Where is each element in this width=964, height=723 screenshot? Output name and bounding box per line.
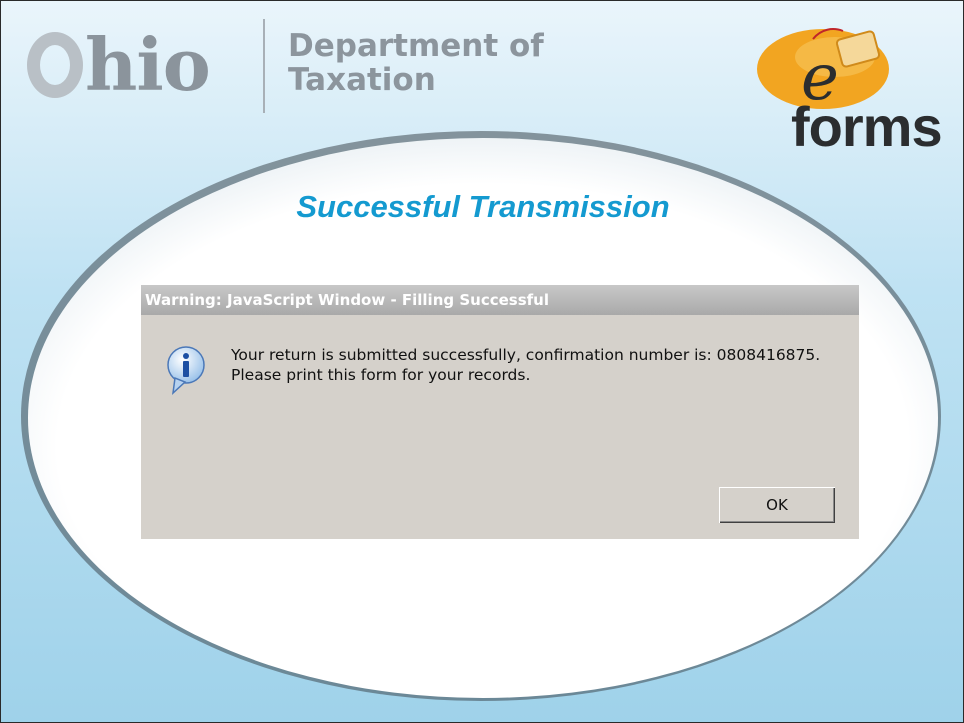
department-line-1: Department of [288, 28, 544, 64]
ohio-logo-rest: hio [85, 22, 211, 107]
slide-background: hio Department of Taxation e forms Succe… [0, 0, 964, 723]
dialog-message: Your return is submitted successfully, c… [231, 345, 841, 385]
ohio-logo: hio [27, 22, 211, 107]
department-line-2: Taxation [288, 62, 436, 98]
eforms-logo: e forms [743, 19, 943, 157]
message-line-1: Your return is submitted successfully, c… [231, 346, 821, 364]
info-icon [167, 346, 205, 395]
dialog-titlebar[interactable]: Warning: JavaScript Window - Filling Suc… [141, 285, 859, 315]
ohio-o-ring [27, 32, 83, 98]
message-line-2: Please print this form for your records. [231, 366, 531, 384]
logo-divider [263, 19, 265, 113]
eforms-word: forms [791, 95, 943, 158]
department-title: Department of Taxation [288, 29, 544, 97]
javascript-alert-dialog: Warning: JavaScript Window - Filling Suc… [141, 285, 859, 539]
page-title: Successful Transmission [296, 189, 670, 224]
ok-button[interactable]: OK [719, 487, 835, 523]
dialog-title: Warning: JavaScript Window - Filling Suc… [145, 291, 549, 309]
